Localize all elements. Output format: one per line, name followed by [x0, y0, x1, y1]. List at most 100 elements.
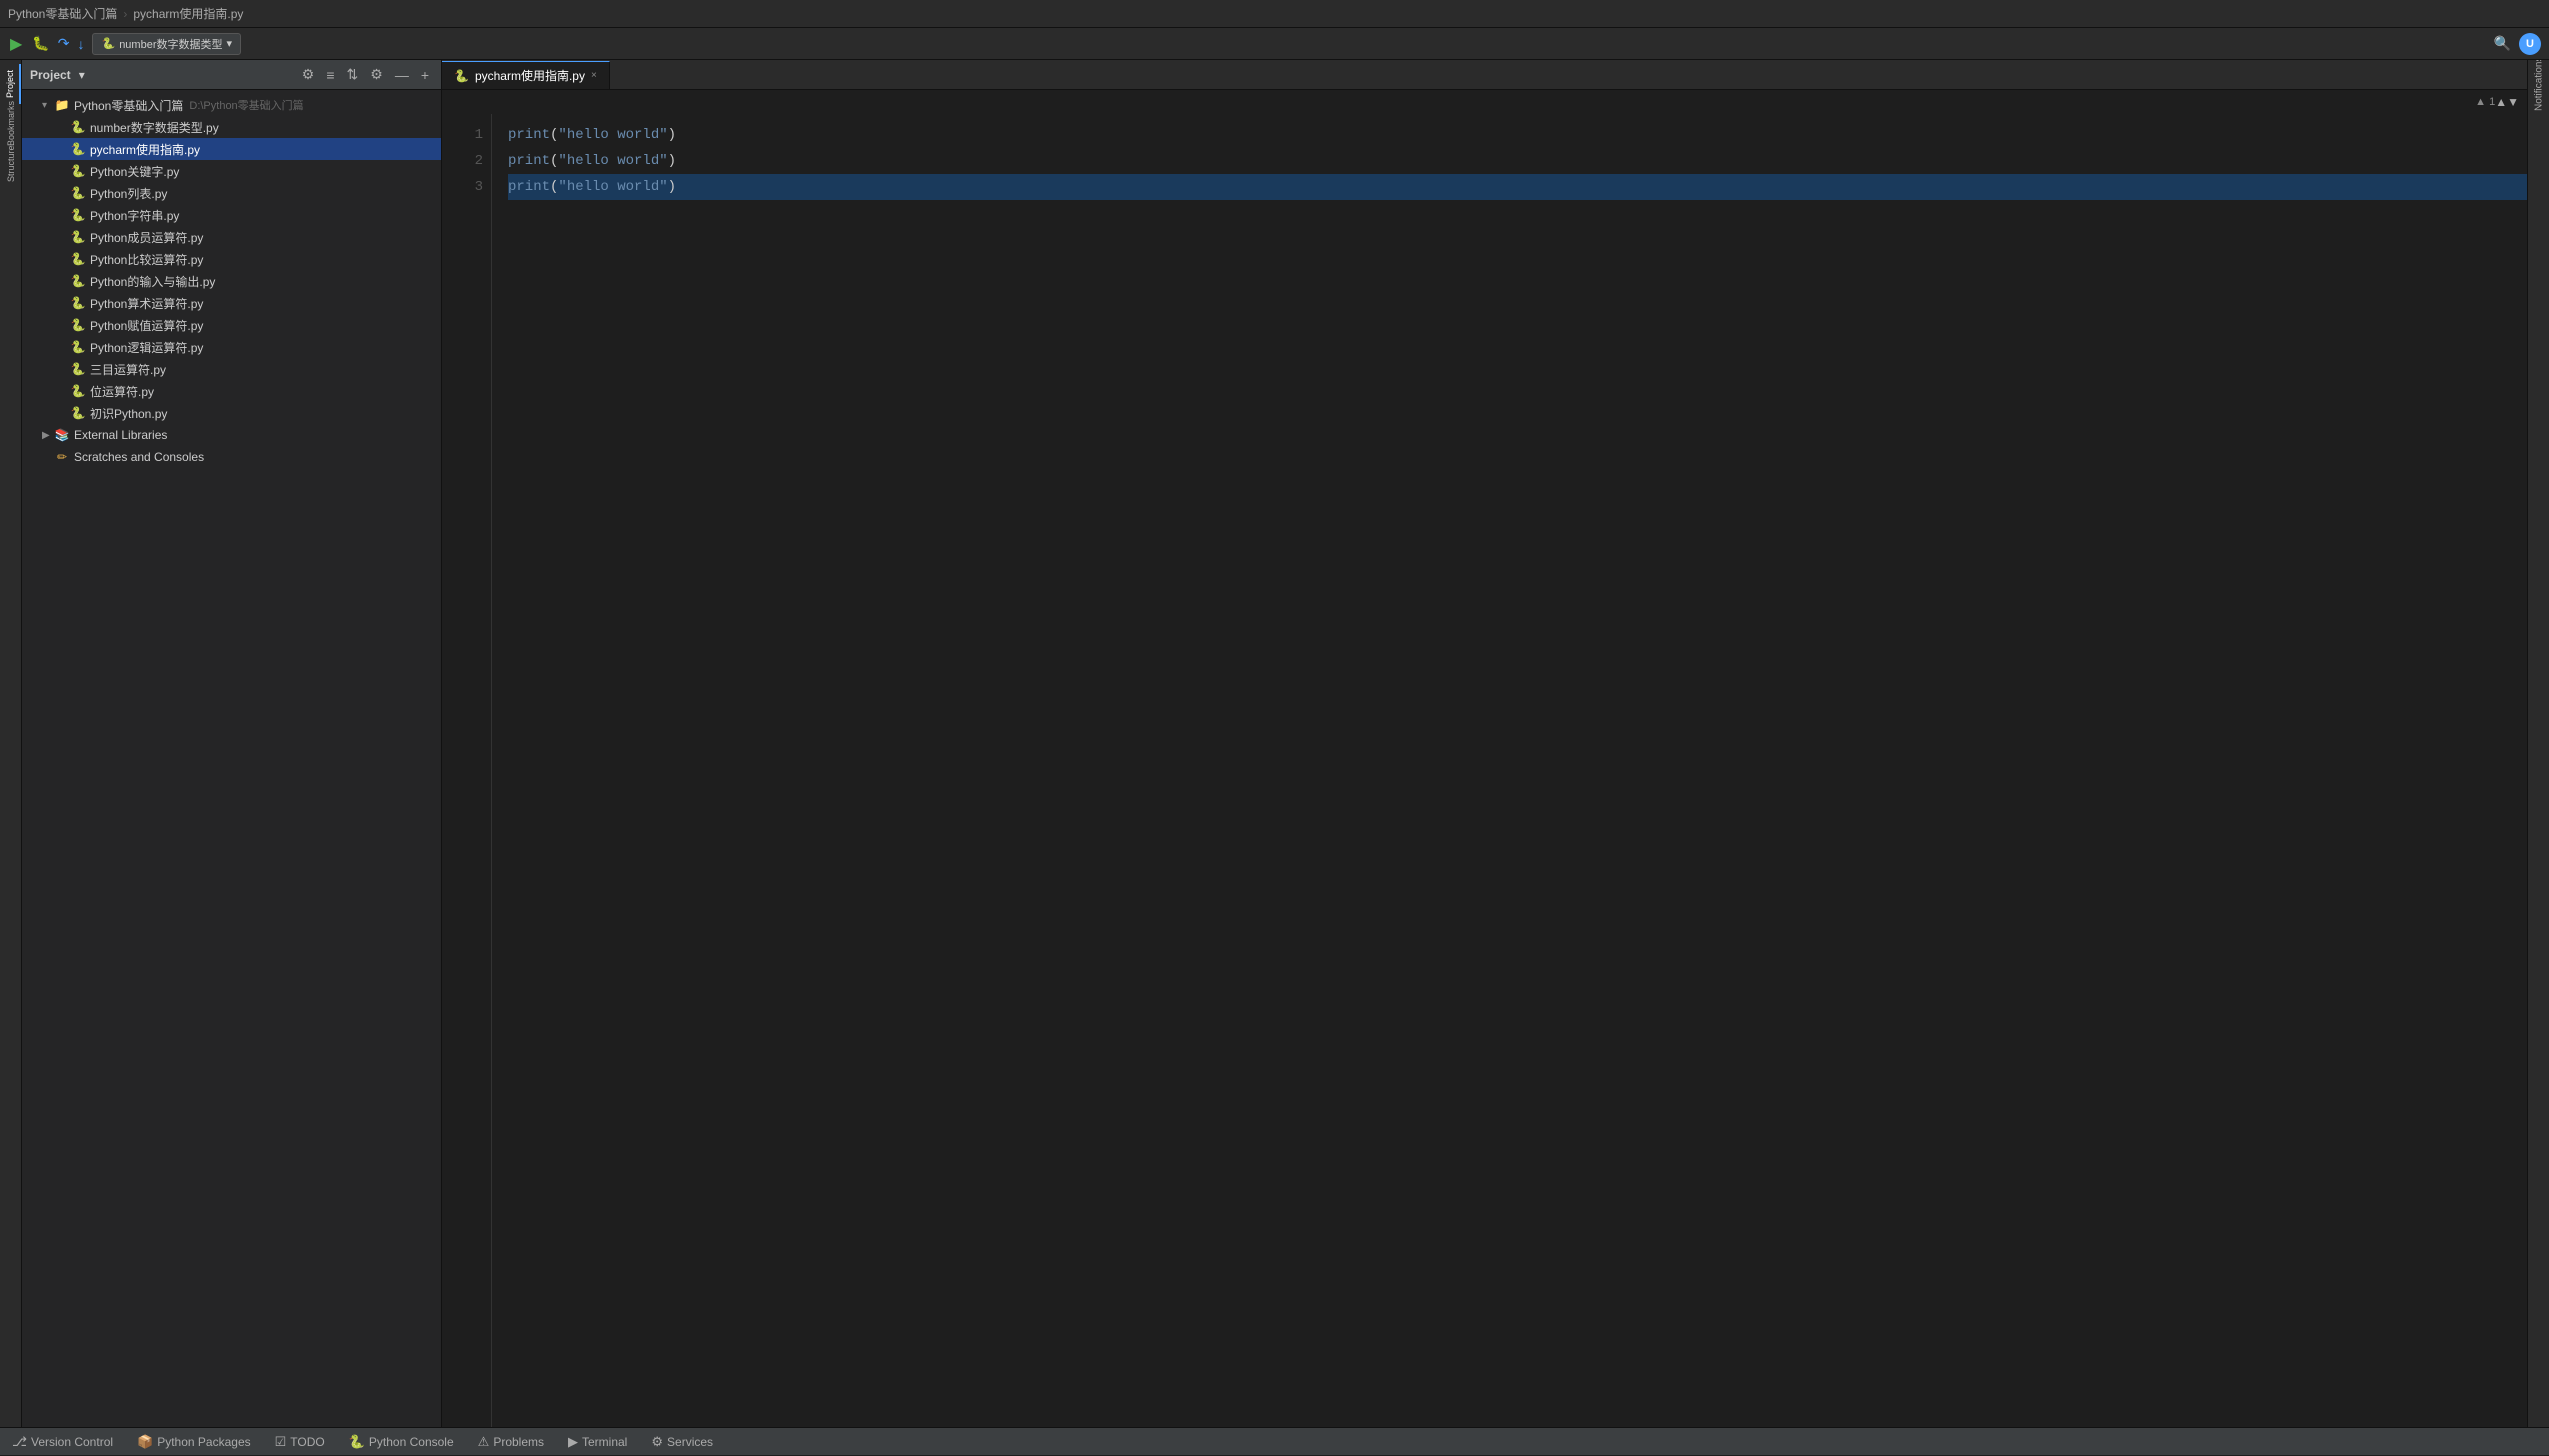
status-terminal[interactable]: ▶ Terminal: [564, 1428, 631, 1456]
status-todo[interactable]: ☑ TODO: [271, 1428, 329, 1456]
tab-label: pycharm使用指南.py: [475, 67, 585, 84]
sidebar-title: Project: [30, 68, 71, 82]
terminal-icon: ▶: [568, 1434, 578, 1450]
tree-item-label: Python算术运算符.py: [90, 295, 203, 312]
sidebar-list-btn[interactable]: ≡: [322, 64, 338, 85]
code-line-2[interactable]: print("hello world"): [508, 148, 2527, 174]
version-control-icon: ⎇: [12, 1434, 27, 1450]
sidebar-sort-btn[interactable]: ⇅: [343, 64, 363, 85]
code-paren-open-3: (: [550, 174, 558, 200]
py-file-icon: 🐍: [70, 185, 86, 201]
tree-item-assign-file[interactable]: 🐍 Python赋值运算符.py: [22, 314, 441, 336]
arrow-icon: ▶: [42, 430, 54, 441]
tree-item-string-file[interactable]: 🐍 Python字符串.py: [22, 204, 441, 226]
tree-item-label: 初识Python.py: [90, 405, 167, 422]
code-paren-open-2: (: [550, 148, 558, 174]
code-content[interactable]: print("hello world") print("hello world"…: [492, 114, 2527, 1427]
status-python-console-label: Python Console: [369, 1435, 454, 1449]
tree-item-label: Python赋值运算符.py: [90, 317, 203, 334]
editor-tabs: 🐍 pycharm使用指南.py ×: [442, 60, 2527, 90]
sidebar-header: Project ▾ ⚙ ≡ ⇅ ⚙ — +: [22, 60, 441, 90]
status-python-packages[interactable]: 📦 Python Packages: [133, 1428, 255, 1456]
scroll-down-button[interactable]: ▼: [2507, 95, 2519, 109]
tree-item-label: Python成员运算符.py: [90, 229, 203, 246]
tree-item-io-file[interactable]: 🐍 Python的输入与输出.py: [22, 270, 441, 292]
code-editor[interactable]: 1 2 3 print("hello world") print("hello …: [442, 114, 2527, 1427]
py-file-icon: 🐍: [70, 339, 86, 355]
status-python-packages-label: Python Packages: [157, 1435, 250, 1449]
tree-item-label: Python列表.py: [90, 185, 167, 202]
activity-bookmarks[interactable]: Bookmarks: [1, 104, 21, 144]
code-paren-close-3: ): [668, 174, 676, 200]
tree-item-label: Python字符串.py: [90, 207, 179, 224]
activity-structure[interactable]: Structure: [1, 144, 21, 184]
status-version-control-label: Version Control: [31, 1435, 113, 1449]
status-todo-label: TODO: [290, 1435, 324, 1449]
status-problems[interactable]: ⚠ Problems: [474, 1428, 548, 1456]
right-panel: Notifications: [2527, 60, 2549, 1427]
tab-close-button[interactable]: ×: [591, 70, 597, 81]
line-count-info: ▲ 1: [2475, 96, 2495, 108]
file-tree: ▾ 📁 Python零基础入门篇 D:\Python零基础入门篇 🐍 numbe…: [22, 90, 441, 1427]
code-line-3[interactable]: print("hello world"): [508, 174, 2527, 200]
py-file-icon: 🐍: [70, 317, 86, 333]
interpreter-selector[interactable]: 🐍 number数字数据类型 ▾: [92, 33, 241, 55]
tree-item-logic-file[interactable]: 🐍 Python逻辑运算符.py: [22, 336, 441, 358]
code-paren-open-1: (: [550, 122, 558, 148]
status-python-console[interactable]: 🐍 Python Console: [345, 1428, 458, 1456]
sidebar-add-btn[interactable]: +: [417, 64, 433, 85]
activity-project[interactable]: Project: [1, 64, 21, 104]
tree-item-ext-libs[interactable]: ▶ 📚 External Libraries: [22, 424, 441, 446]
py-file-icon: 🐍: [70, 383, 86, 399]
step-over-button[interactable]: ↷: [58, 35, 70, 52]
tree-item-label: Python比较运算符.py: [90, 251, 203, 268]
code-string-2: "hello world": [558, 148, 667, 174]
tree-item-list-file[interactable]: 🐍 Python列表.py: [22, 182, 441, 204]
step-into-button[interactable]: ↓: [77, 36, 84, 52]
sidebar-collapse-btn[interactable]: —: [391, 64, 413, 85]
code-paren-close-1: ): [668, 122, 676, 148]
py-file-icon: 🐍: [70, 229, 86, 245]
tree-item-intro-file[interactable]: 🐍 初识Python.py: [22, 402, 441, 424]
sidebar-config-btn[interactable]: ⚙: [366, 64, 387, 85]
py-file-icon: 🐍: [70, 163, 86, 179]
tree-item-arith-file[interactable]: 🐍 Python算术运算符.py: [22, 292, 441, 314]
tree-item-label: pycharm使用指南.py: [90, 141, 200, 158]
scroll-up-button[interactable]: ▲: [2495, 95, 2507, 109]
line-number-2: 2: [442, 148, 483, 174]
tree-item-member-file[interactable]: 🐍 Python成员运算符.py: [22, 226, 441, 248]
editor-tab-pycharm[interactable]: 🐍 pycharm使用指南.py ×: [442, 61, 610, 89]
tree-item-keywords-file[interactable]: 🐍 Python关键字.py: [22, 160, 441, 182]
status-bar: ⎇ Version Control 📦 Python Packages ☑ TO…: [0, 1427, 2549, 1455]
activity-bar: Project Bookmarks Structure: [0, 60, 22, 1427]
tree-item-scratches[interactable]: ✏ Scratches and Consoles: [22, 446, 441, 468]
notifications-panel-item[interactable]: Notifications: [2529, 64, 2549, 104]
tree-item-compare-file[interactable]: 🐍 Python比较运算符.py: [22, 248, 441, 270]
code-line-1[interactable]: print("hello world"): [508, 122, 2527, 148]
tab-py-icon: 🐍: [454, 69, 469, 83]
status-version-control[interactable]: ⎇ Version Control: [8, 1428, 117, 1456]
main-layout: Project Bookmarks Structure Project ▾ ⚙ …: [0, 60, 2549, 1427]
tree-item-root-folder[interactable]: ▾ 📁 Python零基础入门篇 D:\Python零基础入门篇: [22, 94, 441, 116]
services-icon: ⚙: [651, 1434, 663, 1450]
status-services[interactable]: ⚙ Services: [647, 1428, 717, 1456]
tree-item-bit-file[interactable]: 🐍 位运算符.py: [22, 380, 441, 402]
status-services-label: Services: [667, 1435, 713, 1449]
code-string-3: "hello world": [558, 174, 667, 200]
debug-button[interactable]: 🐛: [32, 35, 49, 52]
notifications-label: Notifications: [2533, 60, 2544, 111]
tree-item-pycharm-file[interactable]: 🐍 pycharm使用指南.py: [22, 138, 441, 160]
editor-toolbar: ▲ 1 ▲ ▼: [442, 90, 2527, 114]
user-avatar[interactable]: U: [2519, 33, 2541, 55]
interpreter-icon: 🐍: [101, 37, 115, 50]
global-search-button[interactable]: 🔍: [2494, 35, 2511, 52]
titlebar-project: Python零基础入门篇: [8, 5, 117, 22]
sidebar-settings-btn[interactable]: ⚙: [298, 64, 319, 85]
scratch-icon: ✏: [54, 449, 70, 465]
tree-item-ternary-file[interactable]: 🐍 三目运算符.py: [22, 358, 441, 380]
sidebar-dropdown-arrow[interactable]: ▾: [79, 68, 85, 82]
run-button[interactable]: ▶: [8, 34, 24, 54]
code-paren-close-2: ): [668, 148, 676, 174]
titlebar-file: pycharm使用指南.py: [133, 5, 243, 22]
tree-item-number-file[interactable]: 🐍 number数字数据类型.py: [22, 116, 441, 138]
